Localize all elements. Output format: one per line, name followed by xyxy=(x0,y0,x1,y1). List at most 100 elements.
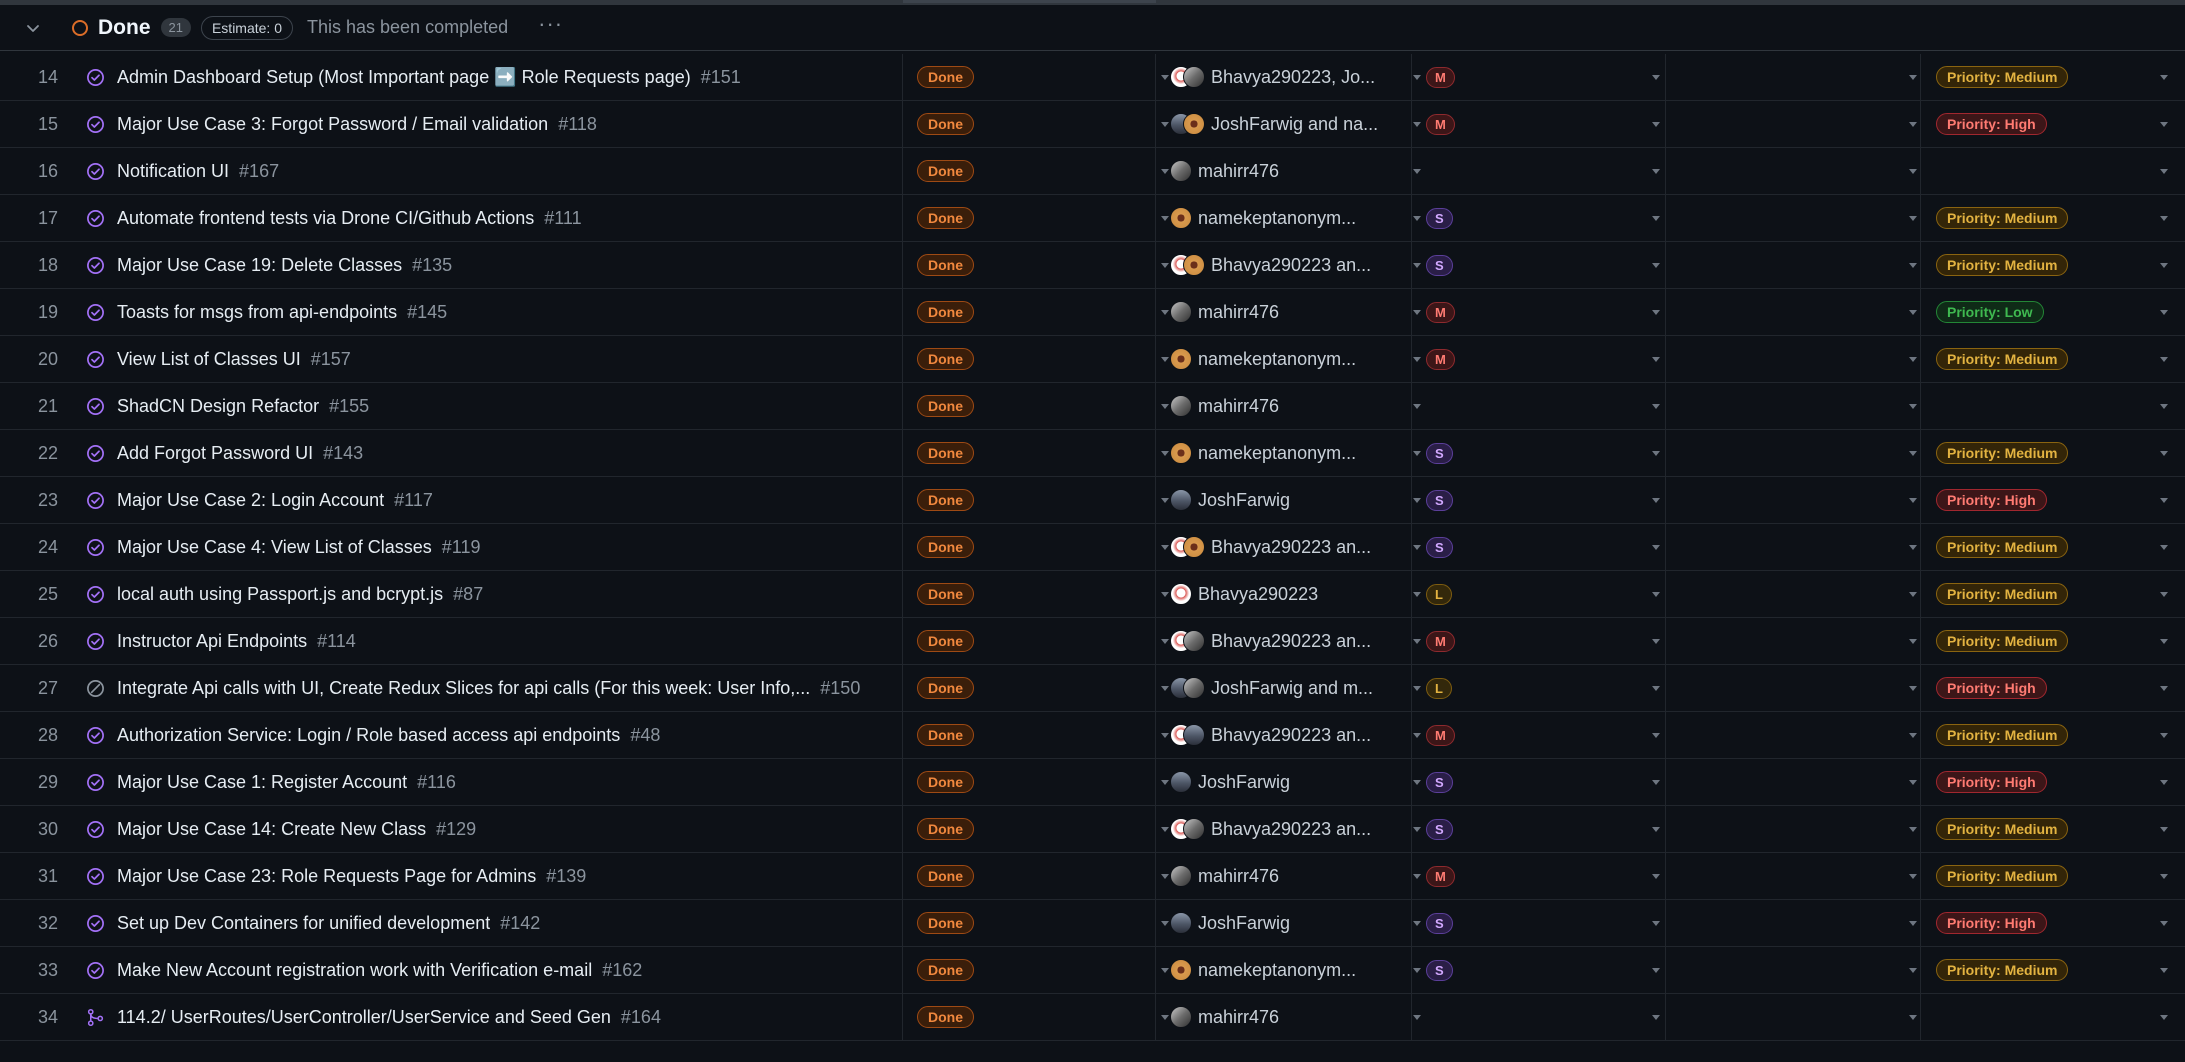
size-cell[interactable]: M xyxy=(1412,289,1666,335)
size-cell[interactable]: M xyxy=(1412,853,1666,899)
table-row[interactable]: 21 ShadCN Design Refactor #155 Done mahi… xyxy=(0,383,2185,430)
assignees-cell[interactable]: Bhavya290223 an... xyxy=(1156,242,1412,288)
assignees-cell[interactable]: mahirr476 xyxy=(1156,289,1412,335)
priority-cell[interactable]: Priority: Medium xyxy=(1921,806,2185,852)
dropdown-caret-icon[interactable] xyxy=(1652,404,1660,409)
status-cell[interactable]: Done xyxy=(903,289,1156,335)
status-cell[interactable]: Done xyxy=(903,900,1156,946)
dropdown-caret-icon[interactable] xyxy=(2160,780,2168,785)
table-row[interactable]: 27 Integrate Api calls with UI, Create R… xyxy=(0,665,2185,712)
dropdown-caret-icon[interactable] xyxy=(1413,733,1421,738)
status-cell[interactable]: Done xyxy=(903,947,1156,993)
dropdown-caret-icon[interactable] xyxy=(1161,1015,1169,1020)
table-row[interactable]: 29 Major Use Case 1: Register Account #1… xyxy=(0,759,2185,806)
dropdown-caret-icon[interactable] xyxy=(1413,404,1421,409)
title-cell[interactable]: Major Use Case 4: View List of Classes #… xyxy=(60,524,903,570)
issue-title-link[interactable]: Admin Dashboard Setup (Most Important pa… xyxy=(117,67,691,88)
size-cell[interactable]: S xyxy=(1412,947,1666,993)
dropdown-caret-icon[interactable] xyxy=(1652,921,1660,926)
empty-field-cell[interactable] xyxy=(1666,148,1921,194)
issue-title-link[interactable]: Notification UI xyxy=(117,161,229,182)
title-cell[interactable]: Automate frontend tests via Drone CI/Git… xyxy=(60,195,903,241)
size-cell[interactable] xyxy=(1412,148,1666,194)
dropdown-caret-icon[interactable] xyxy=(1413,639,1421,644)
priority-cell[interactable]: Priority: Medium xyxy=(1921,853,2185,899)
status-cell[interactable]: Done xyxy=(903,383,1156,429)
status-cell[interactable]: Done xyxy=(903,430,1156,476)
issue-title-link[interactable]: Toasts for msgs from api-endpoints xyxy=(117,302,397,323)
dropdown-caret-icon[interactable] xyxy=(1161,169,1169,174)
dropdown-caret-icon[interactable] xyxy=(1909,639,1917,644)
status-cell[interactable]: Done xyxy=(903,571,1156,617)
dropdown-caret-icon[interactable] xyxy=(2160,968,2168,973)
title-cell[interactable]: local auth using Passport.js and bcrypt.… xyxy=(60,571,903,617)
dropdown-caret-icon[interactable] xyxy=(1652,498,1660,503)
dropdown-caret-icon[interactable] xyxy=(1161,639,1169,644)
dropdown-caret-icon[interactable] xyxy=(1413,357,1421,362)
empty-field-cell[interactable] xyxy=(1666,900,1921,946)
status-cell[interactable]: Done xyxy=(903,54,1156,100)
dropdown-caret-icon[interactable] xyxy=(1413,498,1421,503)
status-cell[interactable]: Done xyxy=(903,336,1156,382)
issue-title-link[interactable]: Instructor Api Endpoints xyxy=(117,631,307,652)
assignees-cell[interactable]: mahirr476 xyxy=(1156,994,1412,1040)
dropdown-caret-icon[interactable] xyxy=(2160,733,2168,738)
size-cell[interactable]: S xyxy=(1412,900,1666,946)
assignees-cell[interactable]: Bhavya290223 an... xyxy=(1156,806,1412,852)
size-cell[interactable] xyxy=(1412,994,1666,1040)
table-row[interactable]: 32 Set up Dev Containers for unified dev… xyxy=(0,900,2185,947)
assignees-cell[interactable]: Bhavya290223 an... xyxy=(1156,524,1412,570)
priority-cell[interactable]: Priority: High xyxy=(1921,759,2185,805)
title-cell[interactable]: Admin Dashboard Setup (Most Important pa… xyxy=(60,54,903,100)
issue-title-link[interactable]: ShadCN Design Refactor xyxy=(117,396,319,417)
empty-field-cell[interactable] xyxy=(1666,947,1921,993)
size-cell[interactable]: S xyxy=(1412,759,1666,805)
dropdown-caret-icon[interactable] xyxy=(2160,404,2168,409)
priority-cell[interactable] xyxy=(1921,383,2185,429)
dropdown-caret-icon[interactable] xyxy=(2160,357,2168,362)
collapse-group-button[interactable] xyxy=(18,13,48,43)
dropdown-caret-icon[interactable] xyxy=(1909,827,1917,832)
title-cell[interactable]: View List of Classes UI #157 xyxy=(60,336,903,382)
assignees-cell[interactable]: namekeptanonym... xyxy=(1156,195,1412,241)
dropdown-caret-icon[interactable] xyxy=(2160,451,2168,456)
title-cell[interactable]: Major Use Case 3: Forgot Password / Emai… xyxy=(60,101,903,147)
issue-title-link[interactable]: Make New Account registration work with … xyxy=(117,960,592,981)
dropdown-caret-icon[interactable] xyxy=(1413,122,1421,127)
dropdown-caret-icon[interactable] xyxy=(2160,921,2168,926)
table-row[interactable]: 31 Major Use Case 23: Role Requests Page… xyxy=(0,853,2185,900)
title-cell[interactable]: Set up Dev Containers for unified develo… xyxy=(60,900,903,946)
title-cell[interactable]: Integrate Api calls with UI, Create Redu… xyxy=(60,665,903,711)
title-cell[interactable]: Notification UI #167 xyxy=(60,148,903,194)
dropdown-caret-icon[interactable] xyxy=(1161,874,1169,879)
dropdown-caret-icon[interactable] xyxy=(1909,75,1917,80)
assignees-cell[interactable]: Bhavya290223 an... xyxy=(1156,712,1412,758)
table-row[interactable]: 20 View List of Classes UI #157 Done nam… xyxy=(0,336,2185,383)
dropdown-caret-icon[interactable] xyxy=(2160,122,2168,127)
priority-cell[interactable] xyxy=(1921,148,2185,194)
status-cell[interactable]: Done xyxy=(903,853,1156,899)
table-row[interactable]: 15 Major Use Case 3: Forgot Password / E… xyxy=(0,101,2185,148)
dropdown-caret-icon[interactable] xyxy=(1909,169,1917,174)
dropdown-caret-icon[interactable] xyxy=(2160,169,2168,174)
empty-field-cell[interactable] xyxy=(1666,477,1921,523)
priority-cell[interactable]: Priority: Low xyxy=(1921,289,2185,335)
title-cell[interactable]: Toasts for msgs from api-endpoints #145 xyxy=(60,289,903,335)
empty-field-cell[interactable] xyxy=(1666,618,1921,664)
dropdown-caret-icon[interactable] xyxy=(1413,1015,1421,1020)
dropdown-caret-icon[interactable] xyxy=(1413,451,1421,456)
dropdown-caret-icon[interactable] xyxy=(2160,1015,2168,1020)
status-cell[interactable]: Done xyxy=(903,101,1156,147)
dropdown-caret-icon[interactable] xyxy=(1413,310,1421,315)
dropdown-caret-icon[interactable] xyxy=(1652,686,1660,691)
priority-cell[interactable]: Priority: Medium xyxy=(1921,618,2185,664)
empty-field-cell[interactable] xyxy=(1666,806,1921,852)
table-row[interactable]: 26 Instructor Api Endpoints #114 Done Bh… xyxy=(0,618,2185,665)
dropdown-caret-icon[interactable] xyxy=(1413,827,1421,832)
assignees-cell[interactable]: JoshFarwig xyxy=(1156,900,1412,946)
dropdown-caret-icon[interactable] xyxy=(1161,968,1169,973)
status-cell[interactable]: Done xyxy=(903,524,1156,570)
dropdown-caret-icon[interactable] xyxy=(1909,310,1917,315)
table-row[interactable]: 23 Major Use Case 2: Login Account #117 … xyxy=(0,477,2185,524)
size-cell[interactable]: S xyxy=(1412,195,1666,241)
